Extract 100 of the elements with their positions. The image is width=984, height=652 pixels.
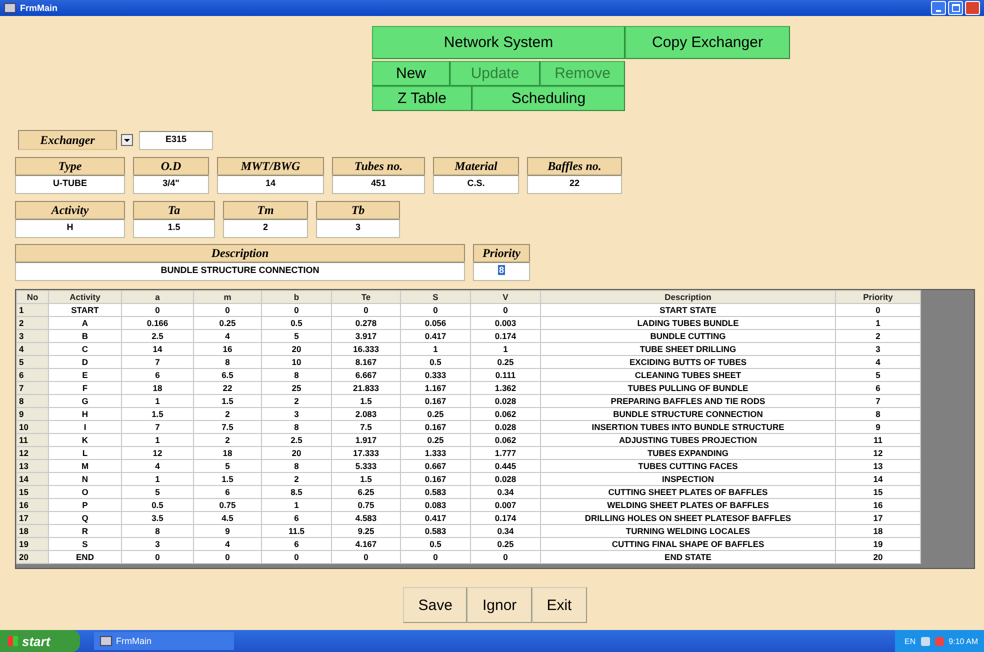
row-header: 10 [16, 420, 48, 434]
table-cell: 4.5 [194, 512, 262, 524]
column-header[interactable]: Description [540, 290, 836, 304]
exchanger-field[interactable]: E315 [139, 130, 213, 150]
table-cell: 7 [836, 394, 920, 408]
table-cell: 6 [262, 538, 332, 550]
table-cell: 12 [836, 446, 920, 460]
table-cell: 1.5 [194, 394, 262, 408]
column-header[interactable]: m [194, 290, 262, 304]
close-icon[interactable] [965, 1, 980, 15]
table-cell: CUTTING SHEET PLATES OF BAFFLES [540, 486, 836, 498]
table-cell: 11.5 [262, 524, 332, 538]
table-cell: 0.278 [332, 316, 400, 330]
field-label: Material [433, 157, 519, 175]
action-button[interactable]: Ignor [467, 587, 532, 623]
input-field[interactable]: BUNDLE STRUCTURE CONNECTION [15, 262, 465, 281]
table-cell: 20 [836, 550, 920, 564]
taskbar-button[interactable]: FrmMain [94, 632, 234, 650]
table-cell: L [48, 446, 122, 460]
table-cell: 0.028 [470, 472, 540, 486]
column-header[interactable]: Te [332, 290, 400, 304]
table-cell: TUBE SHEET DRILLING [540, 342, 836, 356]
table-cell: 0 [122, 550, 194, 564]
field-label: Description [15, 244, 465, 262]
table-cell: 0.417 [400, 512, 470, 524]
input-field[interactable]: C.S. [433, 175, 519, 194]
table-cell: 1 [470, 342, 540, 356]
command-button[interactable]: New [372, 61, 450, 86]
maximize-icon[interactable] [948, 1, 963, 15]
table-cell: 22 [194, 382, 262, 394]
start-button[interactable]: start [0, 630, 80, 652]
table-cell: 7.5 [332, 420, 400, 434]
column-header[interactable]: Priority [836, 290, 920, 304]
action-button[interactable]: Exit [532, 587, 587, 623]
table-cell: 1 [400, 342, 470, 356]
table-cell: 0.083 [400, 498, 470, 512]
command-button[interactable]: Network System [372, 26, 625, 59]
table-cell: 3.5 [122, 512, 194, 524]
minimize-icon[interactable] [931, 1, 946, 15]
table-cell: 4.583 [332, 512, 400, 524]
column-header[interactable]: Activity [48, 290, 122, 304]
input-field[interactable]: 14 [217, 175, 324, 194]
table-cell: 0.167 [400, 420, 470, 434]
table-cell: CLEANING TUBES SHEET [540, 368, 836, 382]
table-cell: 8 [194, 356, 262, 368]
table-cell: 2 [262, 394, 332, 408]
table-cell: TUBES CUTTING FACES [540, 460, 836, 472]
table-cell: 6.5 [194, 368, 262, 382]
action-button[interactable]: Save [403, 587, 468, 623]
field-label: Baffles no. [527, 157, 622, 175]
table-cell: 5.333 [332, 460, 400, 472]
field-label: Tm [223, 201, 308, 219]
field-label: Exchanger [18, 130, 117, 150]
input-field[interactable]: 3 [316, 219, 400, 238]
table-cell: ADJUSTING TUBES PROJECTION [540, 434, 836, 446]
input-field[interactable]: 451 [332, 175, 425, 194]
command-button[interactable]: Scheduling [472, 86, 625, 111]
column-header[interactable]: V [470, 290, 540, 304]
table-cell: 0.75 [194, 498, 262, 512]
table-cell: 8 [122, 524, 194, 538]
input-field[interactable]: 2 [223, 219, 308, 238]
table-cell: 9 [194, 524, 262, 538]
table-cell: 0.25 [400, 408, 470, 420]
input-field[interactable]: 22 [527, 175, 622, 194]
table-cell: 4 [194, 330, 262, 342]
column-header[interactable]: a [122, 290, 194, 304]
table-cell: E [48, 368, 122, 382]
input-field[interactable]: 3/4" [133, 175, 209, 194]
table-cell: 0.028 [470, 394, 540, 408]
field-label: Tb [316, 201, 400, 219]
table-cell: 8.167 [332, 356, 400, 368]
table-cell: C [48, 342, 122, 356]
column-header[interactable]: S [400, 290, 470, 304]
field-label: O.D [133, 157, 209, 175]
column-header[interactable]: No [16, 290, 48, 304]
table-cell: 2.5 [262, 434, 332, 446]
command-button[interactable]: Copy Exchanger [625, 26, 790, 59]
input-field[interactable]: U-TUBE [15, 175, 125, 194]
table-cell: DRILLING HOLES ON SHEET PLATESOF BAFFLES [540, 512, 836, 524]
command-button[interactable]: Z Table [372, 86, 472, 111]
window-icon [100, 636, 112, 646]
table-cell: TURNING WELDING LOCALES [540, 524, 836, 538]
input-field[interactable]: 1.5 [133, 219, 215, 238]
table-cell: 4 [194, 538, 262, 550]
table-cell: 20 [262, 342, 332, 356]
table-cell: D [48, 356, 122, 368]
column-header[interactable]: b [262, 290, 332, 304]
table-cell: 1 [122, 472, 194, 486]
input-field[interactable]: H [15, 219, 125, 238]
table-cell: 18 [122, 382, 194, 394]
table-cell: 3 [262, 408, 332, 420]
table-cell: 5 [122, 486, 194, 498]
table-cell: A [48, 316, 122, 330]
table-cell: 0.174 [470, 512, 540, 524]
table-cell: 8 [262, 460, 332, 472]
table-cell: 0 [194, 304, 262, 316]
table-cell: 0.333 [400, 368, 470, 382]
table-cell: START STATE [540, 304, 836, 316]
input-field[interactable]: 8 [473, 262, 530, 281]
clock: 9:10 AM [948, 636, 978, 646]
